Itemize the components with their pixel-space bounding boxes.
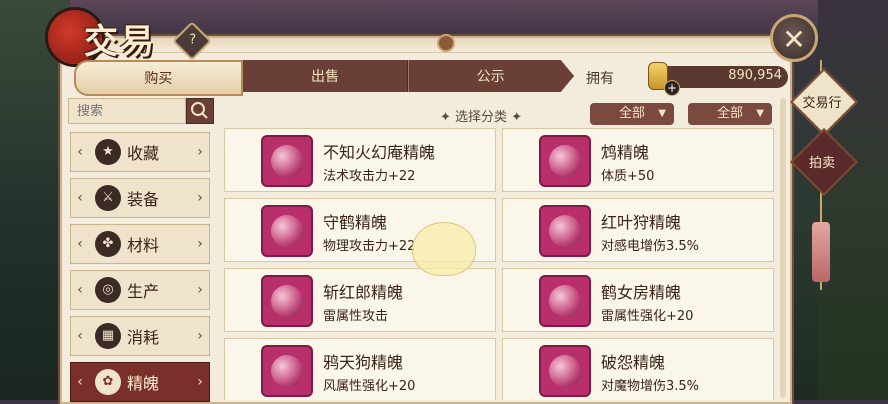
herb-icon: ✤ (95, 231, 121, 257)
spirit-orb-icon (261, 345, 313, 397)
coin-balance-value: 890,954 (728, 68, 782, 83)
item-name: 鸦天狗精魄 (323, 353, 404, 372)
item-name: 斩红郎精魄 (323, 283, 404, 302)
tassel-ornament-icon (812, 222, 830, 282)
spirit-icon: ✿ (95, 369, 121, 395)
spirit-orb-icon (539, 135, 591, 187)
spirit-orb-icon (539, 275, 591, 327)
sidebar-item-spirits[interactable]: ‹ ✿ 精魄 › (70, 362, 210, 402)
chevron-right-icon[interactable]: › (191, 282, 209, 298)
item-card[interactable]: 鸩精魄 体质+50 (502, 128, 774, 192)
sidebar-item-label: 材料 (127, 236, 160, 255)
item-desc: 风属性强化+20 (323, 379, 416, 394)
chevron-left-icon[interactable]: ‹ (71, 144, 89, 160)
sword-icon: ⚔ (95, 185, 121, 211)
sidebar-item-label: 装备 (127, 190, 160, 209)
sidebar-item-favorites[interactable]: ‹ ★ 收藏 › (70, 132, 210, 172)
scroll-icon: ▦ (95, 323, 121, 349)
search-input[interactable] (68, 98, 186, 124)
spirit-orb-icon (261, 275, 313, 327)
search-icon (191, 102, 208, 119)
chevron-right-icon[interactable]: › (191, 328, 209, 344)
item-name: 破怨精魄 (601, 353, 666, 372)
chevron-left-icon[interactable]: ‹ (71, 282, 89, 298)
sidebar-item-label: 收藏 (127, 144, 160, 163)
spirit-orb-icon (539, 205, 591, 257)
item-desc: 雷属性攻击 (323, 309, 389, 324)
tab-buy[interactable]: 购买 (74, 60, 243, 96)
item-name: 不知火幻庵精魄 (323, 143, 436, 162)
diamond-icon: ✦ (440, 110, 456, 125)
question-icon: ? (189, 32, 197, 48)
item-desc: 体质+50 (601, 169, 655, 184)
chevron-right-icon[interactable]: › (191, 144, 209, 160)
item-name: 鸩精魄 (601, 143, 650, 162)
category-label: 选择分类 (455, 110, 508, 125)
chevron-down-icon: ▼ (756, 108, 764, 119)
item-desc: 对魔物增伤3.5% (601, 379, 700, 394)
background-right-scenery (818, 0, 888, 400)
page-title: 交易 (84, 22, 156, 62)
search-button[interactable] (186, 98, 214, 124)
chevron-down-icon: ▼ (658, 108, 666, 119)
item-name: 鹤女房精魄 (601, 283, 682, 302)
owned-label: 拥有 (586, 71, 614, 87)
sidebar-item-label: 精魄 (127, 374, 160, 393)
filter-dropdown-2[interactable]: 全部 ▼ (688, 103, 772, 125)
filter-2-value: 全部 (716, 106, 743, 121)
sidebar-item-equipment[interactable]: ‹ ⚔ 装备 › (70, 178, 210, 218)
item-card[interactable]: 破怨精魄 对魔物增伤3.5% (502, 338, 774, 400)
tab-bar: 购买 出售 公示 (74, 60, 575, 96)
pot-icon: ◎ (95, 277, 121, 303)
item-card[interactable]: 鹤女房精魄 雷属性强化+20 (502, 268, 774, 332)
tab-public[interactable]: 公示 (408, 60, 575, 92)
scrollbar[interactable] (780, 98, 786, 398)
category-selector: ✦ 选择分类 ✦ (440, 106, 522, 125)
close-button[interactable]: ✕ (770, 14, 818, 62)
item-desc: 对感电增伤3.5% (601, 239, 700, 254)
item-name: 守鹤精魄 (323, 213, 388, 232)
filter-1-value: 全部 (618, 106, 645, 121)
item-desc: 雷属性强化+20 (601, 309, 694, 324)
chevron-right-icon[interactable]: › (191, 374, 209, 390)
spirit-orb-icon (261, 135, 313, 187)
mascot-watermark-icon (412, 222, 476, 276)
ornament-icon (437, 34, 455, 52)
auction-label: 拍卖 (808, 156, 835, 171)
star-icon: ★ (95, 139, 121, 165)
tab-sell[interactable]: 出售 (242, 60, 409, 92)
item-card[interactable]: 斩红郎精魄 雷属性攻击 (224, 268, 496, 332)
chevron-left-icon[interactable]: ‹ (71, 190, 89, 206)
chevron-left-icon[interactable]: ‹ (71, 236, 89, 252)
item-list: 不知火幻庵精魄 法术攻击力+22 鸩精魄 体质+50 守鹤精魄 物理攻击力+22… (222, 128, 780, 400)
chevron-left-icon[interactable]: ‹ (71, 328, 89, 344)
item-card[interactable]: 不知火幻庵精魄 法术攻击力+22 (224, 128, 496, 192)
item-desc: 法术攻击力+22 (323, 169, 416, 184)
sidebar-item-label: 消耗 (127, 328, 160, 347)
chevron-right-icon[interactable]: › (191, 190, 209, 206)
spirit-orb-icon (261, 205, 313, 257)
sidebar-item-label: 生产 (127, 282, 160, 301)
chevron-right-icon[interactable]: › (191, 236, 209, 252)
item-name: 红叶狩精魄 (601, 213, 682, 232)
spirit-orb-icon (539, 345, 591, 397)
item-card[interactable]: 红叶狩精魄 对感电增伤3.5% (502, 198, 774, 262)
add-coin-button[interactable]: + (664, 80, 680, 96)
sidebar-item-materials[interactable]: ‹ ✤ 材料 › (70, 224, 210, 264)
chevron-left-icon[interactable]: ‹ (71, 374, 89, 390)
item-card[interactable]: 鸦天狗精魄 风属性强化+20 (224, 338, 496, 400)
panel-top-border (62, 38, 790, 53)
item-desc: 物理攻击力+22 (323, 239, 416, 254)
sidebar-item-consumables[interactable]: ‹ ▦ 消耗 › (70, 316, 210, 356)
close-icon: ✕ (782, 23, 806, 56)
diamond-icon: ✦ (511, 110, 523, 125)
sidebar-item-production[interactable]: ‹ ◎ 生产 › (70, 270, 210, 310)
trade-house-label: 交易行 (802, 96, 842, 111)
filter-dropdown-1[interactable]: 全部 ▼ (590, 103, 674, 125)
